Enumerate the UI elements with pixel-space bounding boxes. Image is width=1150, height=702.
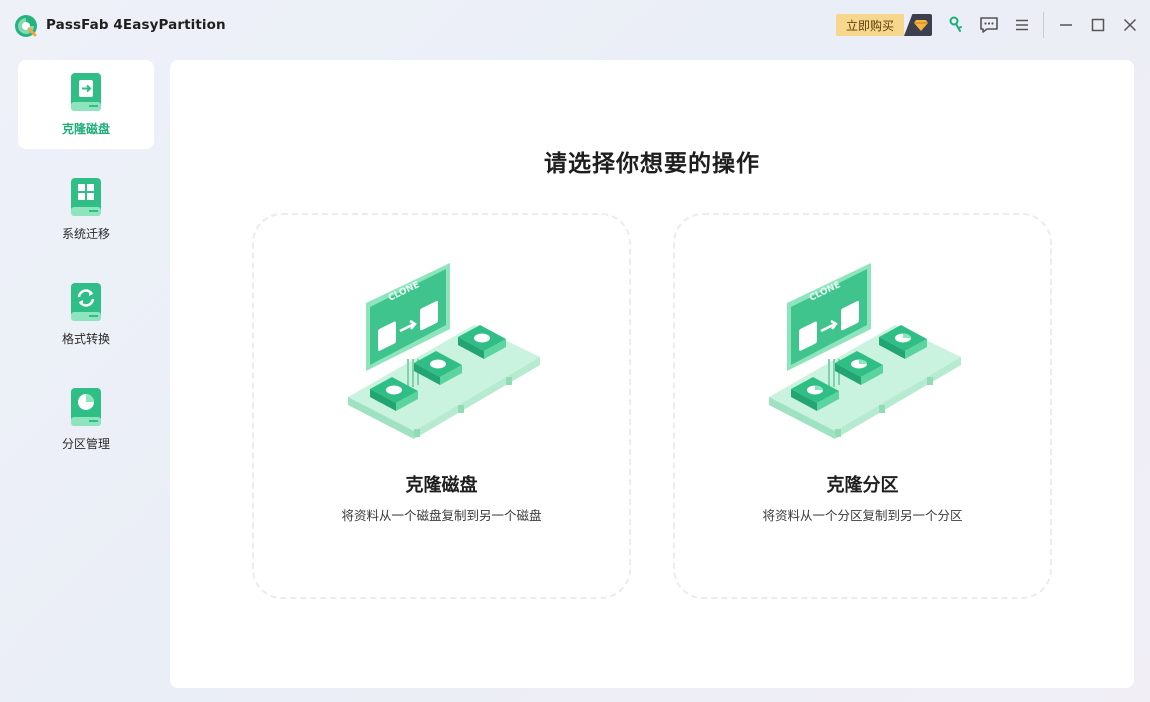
app-title: PassFab 4EasyPartition [46,17,226,33]
sidebar-item-clone-disk[interactable]: 克隆磁盘 [18,60,154,149]
sidebar-item-label: 系统迁移 [61,227,110,241]
clone-disk-illustration: CLONE [348,263,540,439]
card-title: 克隆磁盘 [405,475,478,496]
format-convert-icon [71,283,101,321]
clone-partition-card[interactable]: CLONE 克隆分区 将资料从一个分区复制到另一个分区 [673,213,1052,599]
sidebar-item-label: 克隆磁盘 [61,122,110,136]
page-title: 请选择你想要的操作 [544,151,760,177]
sidebar-item-label: 分区管理 [61,437,110,451]
key-icon[interactable] [945,14,967,36]
feedback-icon[interactable] [978,14,1000,36]
clone-partition-illustration: CLONE [769,263,961,439]
clone-disk-icon [71,73,101,111]
title-bar: PassFab 4EasyPartition 立即购买 [0,0,1150,52]
sidebar-item-format-convert[interactable]: 格式转换 [18,270,154,359]
card-description: 将资料从一个分区复制到另一个分区 [762,508,963,523]
system-migration-icon [71,178,101,216]
card-title: 克隆分区 [826,475,899,496]
menu-icon[interactable] [1011,14,1033,36]
clone-disk-card[interactable]: CLONE 克隆磁盘 将资料从一个磁盘复制到另一个磁盘 [252,213,631,599]
app-logo-icon [15,15,37,37]
card-description: 将资料从一个磁盘复制到另一个磁盘 [341,508,542,523]
diamond-icon [904,14,932,36]
minimize-icon[interactable] [1055,14,1077,36]
sidebar-item-label: 格式转换 [61,332,110,346]
sidebar-item-partition-manage[interactable]: 分区管理 [18,375,154,464]
titlebar-divider [1043,12,1044,38]
sidebar-item-system-migration[interactable]: 系统迁移 [18,165,154,254]
partition-manage-icon [71,388,101,426]
maximize-icon[interactable] [1087,14,1109,36]
close-icon[interactable] [1119,14,1141,36]
buy-now-button[interactable]: 立即购买 [836,14,932,36]
buy-now-label: 立即购买 [836,14,904,36]
main-panel: 请选择你想要的操作 CLONE 克隆磁盘 将资料从一个磁盘复制到另一个磁盘 CL… [170,60,1134,688]
